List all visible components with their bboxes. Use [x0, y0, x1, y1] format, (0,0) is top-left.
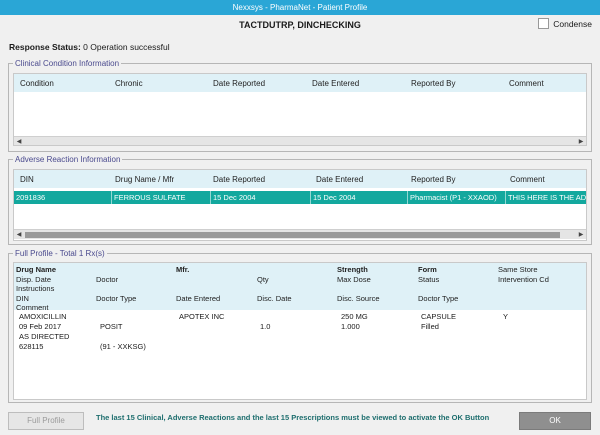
- clinical-col-comment[interactable]: Comment: [509, 79, 544, 88]
- clinical-col-date-reported[interactable]: Date Reported: [213, 79, 265, 88]
- rx-strength: 250 MG: [341, 312, 368, 321]
- adverse-col-date-entered[interactable]: Date Entered: [316, 175, 363, 184]
- scroll-left-icon[interactable]: ◀: [15, 231, 23, 239]
- condense-toggle[interactable]: Condense: [538, 18, 592, 29]
- clinical-section-title: Clinical Condition Information: [13, 59, 122, 68]
- adverse-cell-din: 2091836: [16, 193, 46, 202]
- profile-col-date-entered: Date Entered: [176, 294, 221, 303]
- full-profile-button[interactable]: Full Profile: [8, 412, 84, 430]
- profile-section: Full Profile - Total 1 Rx(s) Drug Name M…: [8, 249, 592, 403]
- rx-mfr: APOTEX INC: [179, 312, 225, 321]
- scroll-right-icon[interactable]: ▶: [577, 231, 585, 239]
- adverse-cell-drug: FERROUS SULFATE: [114, 193, 186, 202]
- condense-checkbox[interactable]: [538, 18, 550, 29]
- profile-section-title: Full Profile - Total 1 Rx(s): [13, 249, 107, 258]
- profile-rx-record[interactable]: AMOXICILLIN APOTEX INC 250 MG CAPSULE Y …: [14, 310, 586, 370]
- condense-label: Condense: [553, 18, 592, 29]
- profile-grid: Drug Name Mfr. Strength Form Same Store …: [13, 262, 587, 400]
- adverse-cell-date-entered: 15 Dec 2004: [313, 193, 356, 202]
- adverse-col-date-reported[interactable]: Date Reported: [213, 175, 265, 184]
- adverse-hscrollbar[interactable]: ◀ ▶: [14, 229, 586, 239]
- rx-instructions: AS DIRECTED: [19, 332, 70, 341]
- rx-form: CAPSULE: [421, 312, 457, 321]
- profile-col-intervention: Intervention Cd: [498, 275, 549, 284]
- patient-name: TACTDUTRP, DINCHECKING: [239, 20, 361, 30]
- footer-message: The last 15 Clinical, Adverse Reactions …: [96, 413, 490, 422]
- profile-col-din: DIN: [16, 294, 29, 303]
- adverse-col-reported-by[interactable]: Reported By: [411, 175, 455, 184]
- rx-drug-name: AMOXICILLIN: [19, 312, 67, 321]
- response-status: Response Status: 0 Operation successful: [9, 42, 170, 52]
- clinical-col-condition[interactable]: Condition: [20, 79, 54, 88]
- profile-col-instructions: Instructions: [16, 284, 55, 293]
- adverse-col-comment[interactable]: Comment: [510, 175, 545, 184]
- response-status-label: Response Status:: [9, 42, 81, 52]
- adverse-row[interactable]: 2091836 FERROUS SULFATE 15 Dec 2004 15 D…: [14, 191, 586, 204]
- scroll-thumb[interactable]: [25, 232, 560, 238]
- adverse-cell-reported-by: Pharmacist (P1 - XXAOD): [410, 193, 497, 202]
- profile-col-mfr: Mfr.: [176, 265, 190, 274]
- profile-col-drug-name: Drug Name: [16, 265, 57, 274]
- title-bar: Nexxsys - PharmaNet - Patient Profile: [0, 0, 600, 15]
- profile-col-doctor-type-2: Doctor Type: [418, 294, 459, 303]
- scroll-right-icon[interactable]: ▶: [577, 138, 585, 145]
- clinical-col-reported-by[interactable]: Reported By: [411, 79, 455, 88]
- rx-same-store: Y: [503, 312, 509, 321]
- clinical-hscrollbar[interactable]: ◀ ▶: [14, 136, 586, 145]
- profile-col-doctor-type: Doctor Type: [96, 294, 137, 303]
- clinical-section: Clinical Condition Information Condition…: [8, 59, 592, 152]
- clinical-col-chronic[interactable]: Chronic: [115, 79, 143, 88]
- rx-status: Filled: [421, 322, 439, 331]
- profile-col-qty: Qty: [257, 275, 269, 284]
- rx-din: 628115: [19, 342, 44, 351]
- adverse-col-din[interactable]: DIN: [20, 175, 34, 184]
- clinical-grid-header: Condition Chronic Date Reported Date Ent…: [14, 74, 586, 92]
- profile-col-strength: Strength: [337, 265, 368, 274]
- rx-qty: 1.0: [260, 322, 271, 331]
- rx-disp-date: 09 Feb 2017: [19, 322, 62, 331]
- profile-col-max-dose: Max Dose: [337, 275, 371, 284]
- response-status-value: 0 Operation successful: [83, 42, 170, 52]
- profile-col-same-store: Same Store: [498, 265, 538, 274]
- profile-col-status: Status: [418, 275, 440, 284]
- adverse-section: Adverse Reaction Information DIN Drug Na…: [8, 155, 592, 245]
- clinical-grid: Condition Chronic Date Reported Date Ent…: [13, 73, 587, 146]
- profile-col-disc-date: Disc. Date: [257, 294, 292, 303]
- scroll-left-icon[interactable]: ◀: [15, 138, 23, 145]
- clinical-col-date-entered[interactable]: Date Entered: [312, 79, 359, 88]
- adverse-grid: DIN Drug Name / Mfr Date Reported Date E…: [13, 169, 587, 241]
- adverse-cell-comment: THIS HERE IS THE ADV: [508, 193, 587, 202]
- profile-col-form: Form: [418, 265, 437, 274]
- rx-max-dose: 1.000: [341, 322, 360, 331]
- adverse-cell-date-reported: 15 Dec 2004: [213, 193, 256, 202]
- footer: Full Profile The last 15 Clinical, Adver…: [0, 408, 600, 435]
- profile-col-doctor: Doctor: [96, 275, 119, 284]
- window-title: Nexxsys - PharmaNet - Patient Profile: [232, 3, 368, 12]
- profile-col-disc-source: Disc. Source: [337, 294, 380, 303]
- profile-grid-header: Drug Name Mfr. Strength Form Same Store …: [14, 263, 586, 312]
- rx-doctor: POSIT: [100, 322, 123, 331]
- ok-button[interactable]: OK: [519, 412, 591, 430]
- profile-col-disp-date: Disp. Date: [16, 275, 52, 284]
- adverse-grid-header: DIN Drug Name / Mfr Date Reported Date E…: [14, 170, 586, 188]
- rx-doctor-type: (91 - XXKSG): [100, 342, 146, 351]
- adverse-col-drug[interactable]: Drug Name / Mfr: [115, 175, 174, 184]
- adverse-section-title: Adverse Reaction Information: [13, 155, 123, 164]
